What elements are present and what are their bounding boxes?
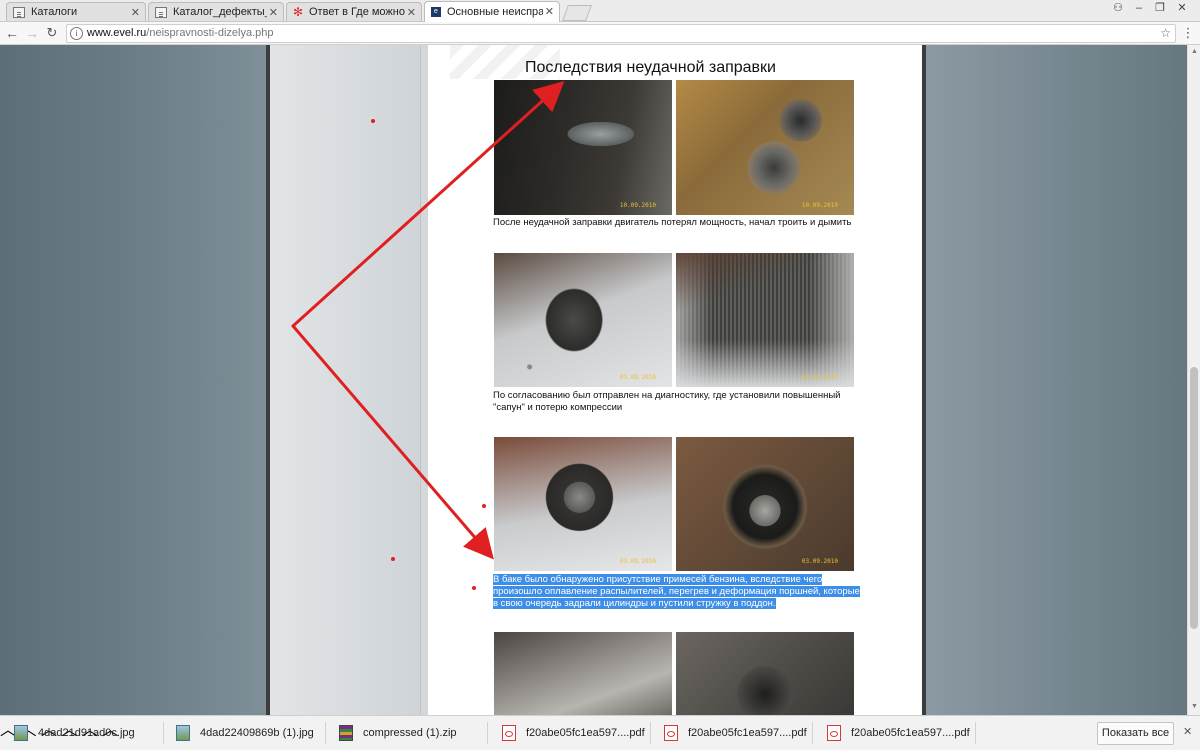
close-icon[interactable]: ✕ — [407, 6, 416, 19]
divider — [325, 722, 326, 744]
reload-button[interactable]: ↻ — [44, 25, 60, 41]
close-icon[interactable]: ✕ — [269, 6, 278, 19]
tab-title: Каталог_дефекты_в_печ — [173, 6, 267, 18]
address-toolbar: ← → ↻ i www.evel.ru/neispravnosti-dizely… — [0, 22, 1200, 45]
pdf-file-icon — [664, 725, 678, 741]
download-item[interactable]: 4dad21d91ad0c.jpg — [14, 716, 135, 750]
photo-bearing-shells — [494, 632, 672, 715]
image-file-icon — [176, 725, 190, 741]
tab-forum-answer[interactable]: ✻ Ответ в Где можно сде ✕ — [286, 2, 422, 21]
photo-scored-cylinder: 03.09.2010 — [676, 437, 854, 571]
download-item[interactable]: 4dad22409869b (1).jpg — [176, 716, 314, 750]
divider — [812, 722, 813, 744]
vertical-scrollbar[interactable]: ▲ ▼ — [1187, 45, 1200, 715]
download-filename: f20abe05fc1ea597....pdf — [526, 727, 645, 739]
left-sidebar-column — [270, 45, 420, 715]
photo-oil-filter-housing: 03.09.2010 — [494, 253, 672, 387]
caption-3-selected[interactable]: В баке было обнаружено присутствие приме… — [493, 574, 863, 610]
zip-archive-icon — [339, 725, 353, 741]
browser-window: Каталоги ✕ Каталог_дефекты_в_печ ✕ ✻ Отв… — [0, 0, 1200, 750]
selected-text: В баке было обнаружено присутствие приме… — [493, 574, 860, 609]
divider — [163, 722, 164, 744]
caption-2: По согласованию был отправлен на диагнос… — [493, 390, 841, 413]
forward-button[interactable]: → — [24, 25, 40, 41]
download-filename: compressed (1).zip — [363, 727, 457, 739]
tab-title: Основные неисправнос — [447, 6, 543, 18]
tab-title: Каталоги — [31, 6, 78, 18]
close-icon[interactable]: ✕ — [1183, 725, 1192, 738]
page-title: Последствия неудачной заправки — [525, 59, 776, 76]
download-filename: f20abe05fc1ea597....pdf — [688, 727, 807, 739]
photo-cylinder-heads: 10.09.2010 — [676, 80, 854, 215]
page-viewport: Последствия неудачной заправки 10.09.201… — [0, 45, 1187, 715]
show-all-downloads-button[interactable]: Показать все — [1097, 722, 1174, 745]
photo-timestamp: 03.09.2010 — [801, 374, 838, 381]
download-filename: 4dad22409869b (1).jpg — [200, 727, 314, 739]
tab-title: Ответ в Где можно сде — [309, 6, 405, 18]
photo-timestamp: 03.09.2010 — [619, 558, 656, 565]
window-close-icon[interactable]: ✕ — [1172, 0, 1192, 16]
download-item[interactable]: f20abe05fc1ea597....pdf — [827, 716, 970, 750]
address-bar[interactable]: i www.evel.ru/neispravnosti-dizelya.php … — [66, 24, 1176, 43]
close-icon[interactable]: ✕ — [131, 6, 140, 19]
download-filename: 4dad21d91ad0c.jpg — [38, 727, 135, 739]
download-item[interactable]: f20abe05fc1ea597....pdf — [502, 716, 645, 750]
menu-icon[interactable]: ⋮ — [1180, 25, 1196, 41]
divider — [650, 722, 651, 744]
photo-damaged-piston: 03.09.2010 — [494, 437, 672, 571]
photo-shading — [676, 253, 854, 387]
tab-strip: Каталоги ✕ Каталог_дефекты_в_печ ✕ ✻ Отв… — [0, 0, 1200, 22]
photo-cylinder-bore — [676, 632, 854, 715]
scrollbar-thumb[interactable] — [1190, 367, 1198, 629]
scroll-down-arrow-icon[interactable]: ▼ — [1190, 703, 1199, 710]
document-icon — [13, 6, 25, 18]
caption-1: После неудачной заправки двигатель потер… — [493, 217, 852, 228]
download-item[interactable]: f20abe05fc1ea597....pdf — [664, 716, 807, 750]
url-path: /neispravnosti-dizelya.php — [146, 27, 274, 39]
divider — [975, 722, 976, 744]
tab-main-faults[interactable]: e Основные неисправнос ✕ — [424, 1, 560, 22]
url-host: www.evel.ru — [87, 27, 147, 39]
photo-timestamp: 03.09.2010 — [619, 374, 656, 381]
download-item[interactable]: compressed (1).zip — [339, 716, 457, 750]
image-file-icon — [14, 725, 28, 741]
photo-timestamp: 03.09.2010 — [801, 558, 838, 565]
photo-timestamp: 10.09.2010 — [801, 202, 838, 209]
url-text[interactable]: www.evel.ru/neispravnosti-dizelya.php — [87, 25, 273, 42]
document-icon — [155, 6, 167, 18]
photo-timestamp: 10.09.2010 — [619, 202, 656, 209]
forum-flower-icon: ✻ — [292, 5, 304, 19]
photo-filter-element: 03.09.2010 — [676, 253, 854, 387]
photo-injector-nozzle: 10.09.2010 — [494, 80, 672, 215]
info-icon[interactable]: i — [70, 27, 83, 40]
back-button[interactable]: ← — [4, 25, 20, 41]
bookmark-star-icon[interactable]: ☆ — [1160, 25, 1171, 42]
pdf-file-icon — [827, 725, 841, 741]
close-icon[interactable]: ✕ — [545, 5, 554, 18]
scroll-up-arrow-icon[interactable]: ▲ — [1190, 48, 1199, 55]
download-filename: f20abe05fc1ea597....pdf — [851, 727, 970, 739]
article-content: Последствия неудачной заправки 10.09.201… — [428, 45, 922, 715]
download-shelf: 4dad21d91ad0c.jpg ︿ 4dad22409869b (1).jp… — [0, 715, 1200, 750]
tab-catalog-defects[interactable]: Каталог_дефекты_в_печ ✕ — [148, 2, 284, 21]
evel-site-icon: e — [431, 7, 441, 17]
minimize-icon[interactable]: – — [1129, 0, 1149, 16]
tab-catalogs[interactable]: Каталоги ✕ — [6, 2, 146, 21]
pdf-file-icon — [502, 725, 516, 741]
restore-icon[interactable]: ❐ — [1150, 0, 1170, 16]
new-tab-button[interactable] — [562, 5, 592, 21]
divider — [487, 722, 488, 744]
user-icon[interactable]: ⚇ — [1108, 0, 1128, 16]
